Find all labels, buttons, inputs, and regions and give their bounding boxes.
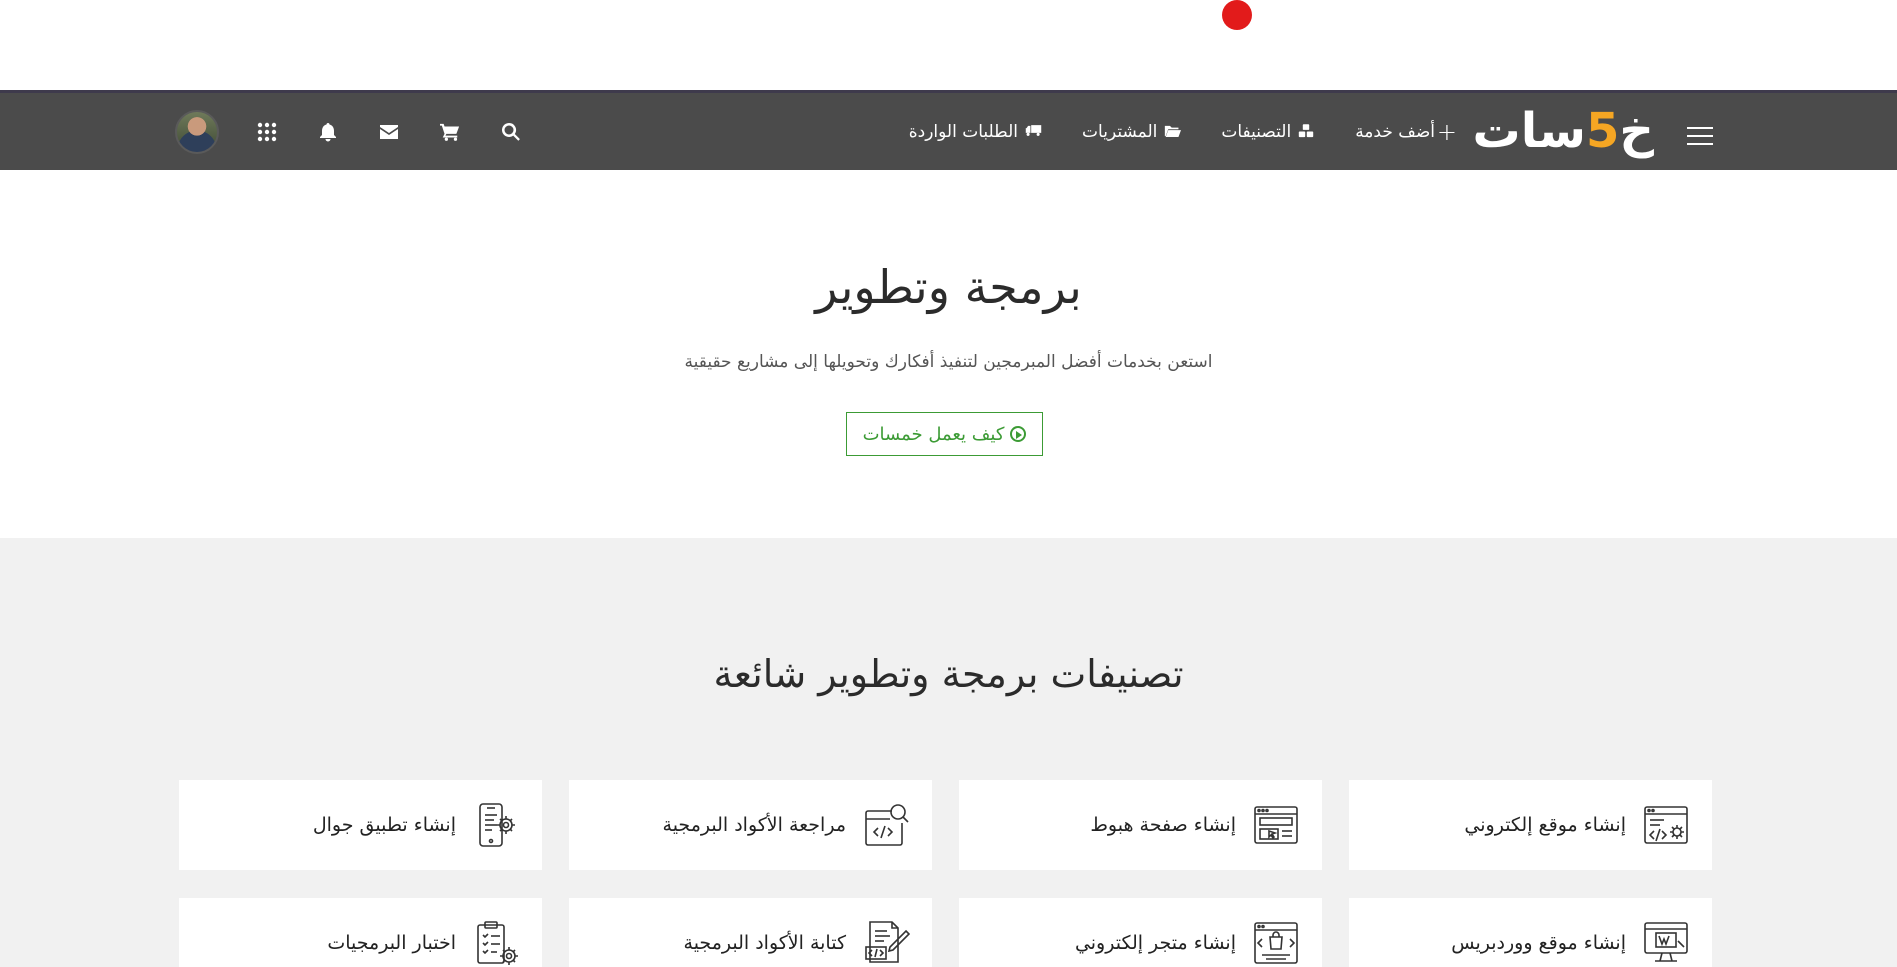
bell-icon[interactable] [316, 120, 340, 144]
category-label: إنشاء تطبيق جوال [312, 814, 456, 836]
code-review-icon [862, 801, 910, 849]
category-label: إنشاء متجر إلكتروني [1074, 932, 1236, 954]
folder-open-icon [1163, 124, 1181, 140]
category-card-landing-page[interactable]: إنشاء صفحة هبوط [959, 780, 1322, 870]
navbar-inner: خ5سات + أضف خدمة التصنيفات المشتريات الط… [0, 93, 1897, 170]
nav-categories[interactable]: التصنيفات [1221, 122, 1315, 142]
nav-add-service-label: أضف خدمة [1355, 121, 1435, 142]
nav-add-service[interactable]: + أضف خدمة [1355, 117, 1457, 146]
categories-title: تصنيفات برمجة وتطوير شائعة [713, 652, 1184, 696]
category-label: اختبار البرمجيات [327, 932, 456, 954]
nav-categories-label: التصنيفات [1221, 121, 1292, 142]
hamburger-menu-icon[interactable] [1687, 127, 1713, 145]
cart-icon[interactable] [438, 120, 462, 144]
cubes-icon [1297, 123, 1315, 140]
category-label: إنشاء صفحة هبوط [1090, 814, 1236, 836]
user-avatar[interactable] [175, 109, 219, 154]
category-label: كتابة الأكواد البرمجية [683, 932, 846, 954]
landing-page-icon [1252, 801, 1300, 849]
category-label: إنشاء موقع ووردبريس [1451, 932, 1626, 954]
code-writing-icon [862, 919, 911, 967]
category-card-software-testing[interactable]: اختبار البرمجيات [179, 898, 542, 967]
how-it-works-button[interactable]: كيف يعمل خمسات [846, 412, 1043, 456]
apps-grid-icon[interactable] [255, 120, 279, 144]
page-title: برمجة وتطوير [815, 260, 1082, 314]
category-card-mobile-app[interactable]: إنشاء تطبيق جوال [179, 780, 542, 870]
page-subtitle: استعن بخدمات أفضل المبرمجين لتنفيذ أفكار… [684, 352, 1213, 372]
envelope-icon[interactable] [377, 120, 401, 144]
logo-suffix: سات [1472, 103, 1588, 159]
mobile-app-icon [472, 801, 520, 849]
website-settings-icon [1642, 801, 1690, 849]
wordpress-icon [1642, 919, 1690, 967]
how-it-works-label: كيف يعمل خمسات [862, 423, 1005, 445]
category-card-wordpress[interactable]: إنشاء موقع ووردبريس [1349, 898, 1712, 967]
category-card-code-writing[interactable]: كتابة الأكواد البرمجية [569, 898, 932, 967]
search-icon[interactable] [499, 120, 523, 144]
truck-icon [1024, 124, 1042, 140]
nav-purchases-label: المشتريات [1082, 121, 1158, 142]
category-card-ecommerce[interactable]: إنشاء متجر إلكتروني [959, 898, 1322, 967]
ecommerce-icon [1252, 919, 1300, 967]
play-circle-icon [1010, 426, 1027, 442]
popular-categories-section: تصنيفات برمجة وتطوير شائعة إنشاء موقع إل… [0, 538, 1897, 967]
category-card-website[interactable]: إنشاء موقع إلكتروني [1349, 780, 1712, 870]
main-nav: + أضف خدمة التصنيفات المشتريات الطلبات ا… [909, 93, 1457, 170]
category-label: إنشاء موقع إلكتروني [1464, 814, 1626, 836]
nav-utility-icons [175, 93, 560, 170]
plus-icon: + [1436, 117, 1457, 146]
category-label: مراجعة الأكواد البرمجية [662, 814, 846, 836]
page: خ5سات + أضف خدمة التصنيفات المشتريات الط… [0, 0, 1897, 967]
logo-prefix: خ [1619, 103, 1656, 159]
site-logo[interactable]: خ5سات [1472, 103, 1656, 159]
logo-digit: 5 [1586, 103, 1621, 159]
software-testing-icon [472, 919, 520, 967]
categories-grid: إنشاء موقع إلكتروني إنشاء صفحة هبوط مراج… [177, 780, 1712, 967]
top-strip [0, 0, 1897, 90]
category-card-code-review[interactable]: مراجعة الأكواد البرمجية [569, 780, 932, 870]
hero-section: برمجة وتطوير استعن بخدمات أفضل المبرمجين… [0, 170, 1897, 538]
navbar: خ5سات + أضف خدمة التصنيفات المشتريات الط… [0, 90, 1897, 170]
nav-purchases[interactable]: المشتريات [1082, 122, 1181, 142]
notification-dot [1222, 0, 1252, 30]
nav-incoming-orders[interactable]: الطلبات الواردة [909, 122, 1042, 142]
nav-incoming-orders-label: الطلبات الواردة [908, 121, 1019, 142]
